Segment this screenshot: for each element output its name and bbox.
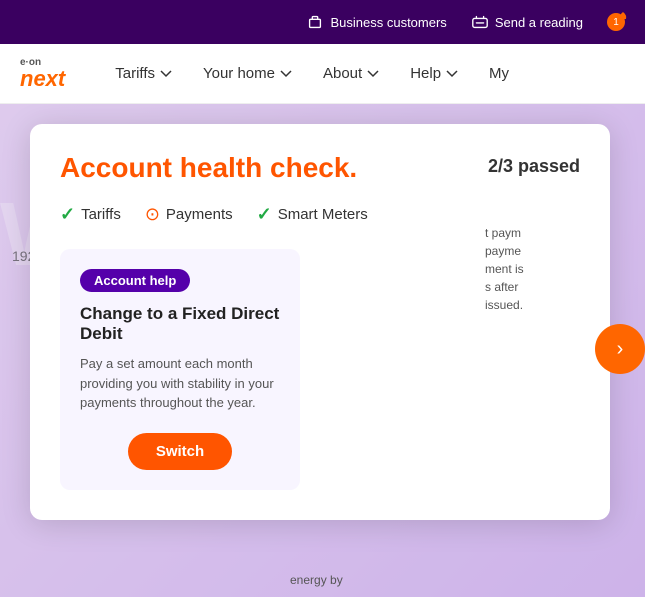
- inner-card-title: Change to a Fixed Direct Debit: [80, 304, 280, 344]
- nav-your-home[interactable]: Your home: [203, 65, 293, 82]
- help-label: Help: [410, 65, 441, 82]
- tariffs-label: Tariffs: [115, 65, 155, 82]
- notification-badge[interactable]: 1: [607, 13, 625, 31]
- logo-next: next: [20, 68, 65, 90]
- send-reading-link[interactable]: Send a reading: [471, 13, 583, 31]
- nav-about[interactable]: About: [323, 65, 380, 82]
- nav-help[interactable]: Help: [410, 65, 459, 82]
- right-payment-line2: payme: [485, 242, 615, 260]
- right-payment-line4: s after: [485, 278, 615, 296]
- nav-my[interactable]: My: [489, 65, 509, 82]
- check-tariffs-icon: ✓: [60, 204, 75, 225]
- modal-header: Account health check. 2/3 passed: [60, 152, 580, 184]
- tariffs-chevron-icon: [159, 67, 173, 81]
- help-chevron-icon: [445, 67, 459, 81]
- meter-icon: [471, 13, 489, 31]
- right-payment-line1: t paym: [485, 224, 615, 242]
- check-tariffs: ✓ Tariffs: [60, 204, 121, 225]
- right-payment-text: t paym payme ment is s after issued.: [485, 224, 615, 314]
- business-customers-label: Business customers: [330, 15, 446, 30]
- switch-button[interactable]: Switch: [128, 433, 232, 470]
- bottom-energy-text: energy by: [290, 573, 343, 587]
- check-payments-label: Payments: [166, 206, 233, 223]
- briefcase-icon: [306, 13, 324, 31]
- business-customers-link[interactable]: Business customers: [306, 13, 446, 31]
- your-home-chevron-icon: [279, 67, 293, 81]
- check-smart-meters: ✓ Smart Meters: [257, 204, 368, 225]
- account-help-badge: Account help: [80, 269, 190, 292]
- about-chevron-icon: [366, 67, 380, 81]
- check-tariffs-label: Tariffs: [81, 206, 121, 223]
- my-label: My: [489, 65, 509, 82]
- inner-card-desc: Pay a set amount each month providing yo…: [80, 354, 280, 413]
- nav-tariffs[interactable]: Tariffs: [115, 65, 173, 82]
- your-home-label: Your home: [203, 65, 275, 82]
- check-smart-meters-icon: ✓: [257, 204, 272, 225]
- logo: e·on next: [20, 57, 65, 90]
- page-background: We 192 G Account health check. 2/3 passe…: [0, 104, 645, 597]
- send-reading-label: Send a reading: [495, 15, 583, 30]
- right-payment-line3: ment is: [485, 260, 615, 278]
- check-payments-icon: ⊙: [145, 204, 160, 225]
- right-payment-line5: issued.: [485, 296, 615, 314]
- modal-title: Account health check.: [60, 152, 357, 184]
- check-payments: ⊙ Payments: [145, 204, 233, 225]
- modal-checks: ✓ Tariffs ⊙ Payments ✓ Smart Meters: [60, 204, 580, 225]
- recommendation-card: Account help Change to a Fixed Direct De…: [60, 249, 300, 490]
- top-bar: Business customers Send a reading 1: [0, 0, 645, 44]
- modal-passed: 2/3 passed: [488, 156, 580, 177]
- account-health-check-modal: Account health check. 2/3 passed ✓ Tarif…: [30, 124, 610, 520]
- next-slide-button[interactable]: ›: [595, 324, 645, 374]
- about-label: About: [323, 65, 362, 82]
- nav-bar: e·on next Tariffs Your home About Help M…: [0, 44, 645, 104]
- check-smart-meters-label: Smart Meters: [278, 206, 368, 223]
